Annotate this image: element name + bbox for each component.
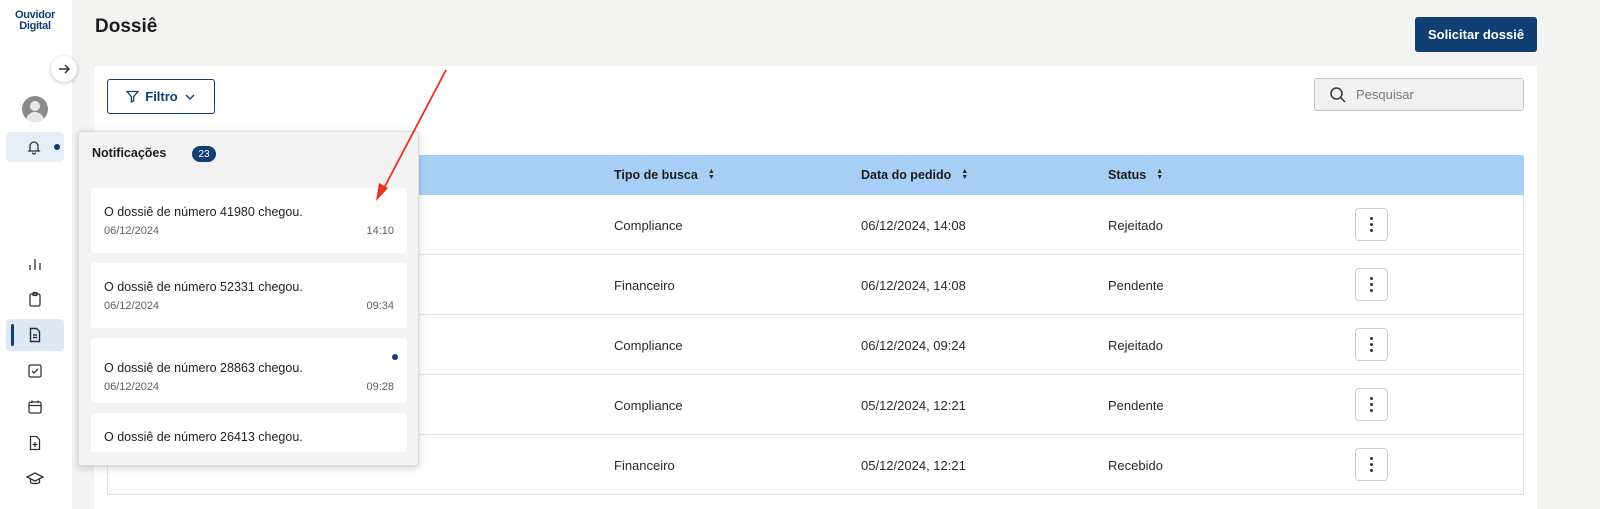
document-icon	[29, 327, 41, 343]
filter-button[interactable]: Filtro	[107, 79, 215, 114]
sidebar-item-calendar[interactable]	[6, 391, 64, 423]
clipboard-icon	[29, 291, 41, 307]
sidebar-item-dashboard[interactable]	[6, 248, 64, 280]
cell-tipo: Financeiro	[614, 277, 675, 293]
calendar-icon	[28, 400, 42, 414]
bell-icon	[27, 141, 41, 155]
cell-tipo: Compliance	[614, 397, 683, 413]
notification-time: 09:28	[366, 381, 394, 393]
chart-icon	[29, 259, 41, 270]
row-actions-button[interactable]	[1355, 328, 1388, 361]
cell-status: Rejeitado	[1108, 337, 1163, 353]
cell-data: 06/12/2024, 14:08	[861, 217, 966, 233]
sidebar-item-dossie[interactable]	[6, 319, 64, 351]
row-actions-button[interactable]	[1355, 388, 1388, 421]
notifications-title: Notificações	[92, 146, 167, 160]
notification-date: 06/12/2024	[104, 381, 160, 393]
cell-tipo: Compliance	[614, 337, 683, 353]
notification-message: O dossiê de número 26413 chegou.	[104, 430, 303, 444]
search-box[interactable]	[1314, 78, 1524, 111]
cell-status: Rejeitado	[1108, 217, 1163, 233]
unread-indicator-dot	[54, 144, 60, 150]
checklist-icon	[28, 364, 42, 378]
add-file-icon	[29, 435, 41, 451]
logo-line-2: Digital	[19, 20, 51, 32]
notifications-list[interactable]: O dossiê de número 41980 chegou. 06/12/2…	[91, 188, 407, 452]
unread-indicator-dot	[392, 354, 398, 360]
notification-time: 09:34	[366, 300, 394, 312]
notifications-panel: Notificações 23 O dossiê de número 41980…	[78, 131, 419, 466]
sort-icon: ▲ ▼	[961, 168, 969, 181]
notification-item[interactable]: O dossiê de número 52331 chegou. 06/12/2…	[91, 263, 407, 328]
column-label: Data do pedido	[861, 168, 952, 182]
column-header-status[interactable]: Status ▲ ▼	[1108, 155, 1163, 195]
cell-tipo: Compliance	[614, 217, 683, 233]
expand-sidebar-button[interactable]	[51, 56, 77, 82]
notification-date: 06/12/2024	[104, 225, 160, 237]
column-header-tipo[interactable]: Tipo de busca ▲ ▼	[614, 155, 715, 195]
cell-tipo: Financeiro	[614, 457, 675, 473]
notification-item[interactable]: O dossiê de número 28863 chegou. 06/12/2…	[91, 338, 407, 403]
cell-data: 05/12/2024, 12:21	[861, 397, 966, 413]
row-actions-button[interactable]	[1355, 448, 1388, 481]
app-logo[interactable]: Ouvidor Digital	[10, 10, 60, 32]
notification-time: 14:10	[366, 225, 394, 237]
notification-message: O dossiê de número 52331 chegou.	[104, 280, 303, 294]
request-dossier-button[interactable]: Solicitar dossiê	[1415, 17, 1537, 52]
sidebar-item-training[interactable]	[6, 463, 64, 495]
cell-data: 06/12/2024, 09:24	[861, 337, 966, 353]
cell-data: 06/12/2024, 14:08	[861, 277, 966, 293]
sidebar-item-tasks[interactable]	[6, 355, 64, 387]
arrow-right-icon	[59, 64, 71, 74]
column-label: Status	[1108, 168, 1147, 182]
filter-icon	[126, 90, 140, 103]
dot-icon	[1370, 217, 1373, 220]
sidebar-item-add-file[interactable]	[6, 427, 64, 459]
notification-message: O dossiê de número 41980 chegou.	[104, 205, 303, 219]
sort-icon: ▲ ▼	[707, 168, 715, 181]
notification-message: O dossiê de número 28863 chegou.	[104, 361, 303, 375]
cell-status: Pendente	[1108, 397, 1164, 413]
page-title: Dossiê	[95, 16, 158, 37]
column-header-data[interactable]: Data do pedido ▲ ▼	[861, 155, 968, 195]
chevron-down-icon	[185, 93, 195, 100]
cell-status: Recebido	[1108, 457, 1163, 473]
notifications-count-badge: 23	[192, 146, 216, 162]
row-actions-button[interactable]	[1355, 208, 1388, 241]
notification-item[interactable]: O dossiê de número 41980 chegou. 06/12/2…	[91, 188, 407, 253]
column-label: Tipo de busca	[614, 168, 698, 182]
sort-icon: ▲ ▼	[1156, 168, 1164, 181]
graduation-cap-icon	[26, 472, 44, 485]
notifications-button[interactable]	[6, 132, 64, 162]
notification-item[interactable]: O dossiê de número 26413 chegou.	[91, 413, 407, 452]
user-avatar[interactable]	[22, 96, 48, 122]
search-icon	[1330, 86, 1346, 103]
cell-data: 05/12/2024, 12:21	[861, 457, 966, 473]
row-actions-button[interactable]	[1355, 268, 1388, 301]
filter-label: Filtro	[145, 89, 178, 104]
search-input[interactable]	[1356, 87, 1506, 102]
cell-status: Pendente	[1108, 277, 1164, 293]
sidebar-item-clipboard[interactable]	[6, 283, 64, 315]
active-nav-indicator	[11, 324, 14, 346]
notification-date: 06/12/2024	[104, 300, 160, 312]
